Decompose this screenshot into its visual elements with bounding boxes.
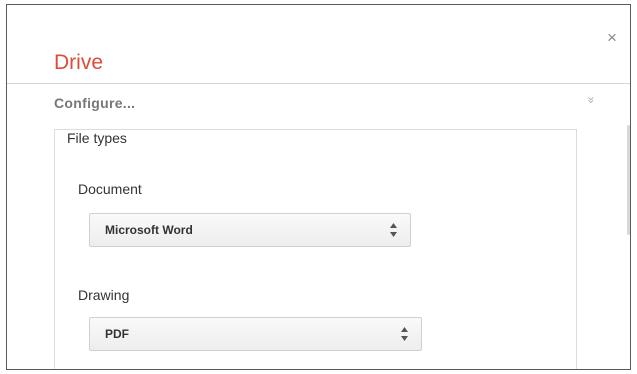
- document-format-value: Microsoft Word: [105, 223, 193, 237]
- collapse-chevron-icon[interactable]: »: [584, 97, 598, 104]
- drawing-format-value: PDF: [105, 327, 129, 341]
- file-types-legend: File types: [63, 130, 131, 146]
- drive-dialog: Drive × Configure... » File types Docume…: [6, 4, 631, 370]
- configure-label: Configure...: [54, 95, 136, 111]
- document-label: Document: [78, 181, 142, 197]
- drawing-format-select[interactable]: PDF: [89, 317, 422, 351]
- dialog-title: Drive: [54, 51, 104, 74]
- drawing-label: Drawing: [78, 287, 130, 303]
- select-arrows-icon: [401, 327, 408, 341]
- document-format-select[interactable]: Microsoft Word: [89, 213, 411, 247]
- close-icon[interactable]: ×: [607, 29, 617, 46]
- select-arrows-icon: [390, 223, 397, 237]
- header-divider: [7, 83, 630, 84]
- scrollbar-thumb[interactable]: [627, 125, 630, 235]
